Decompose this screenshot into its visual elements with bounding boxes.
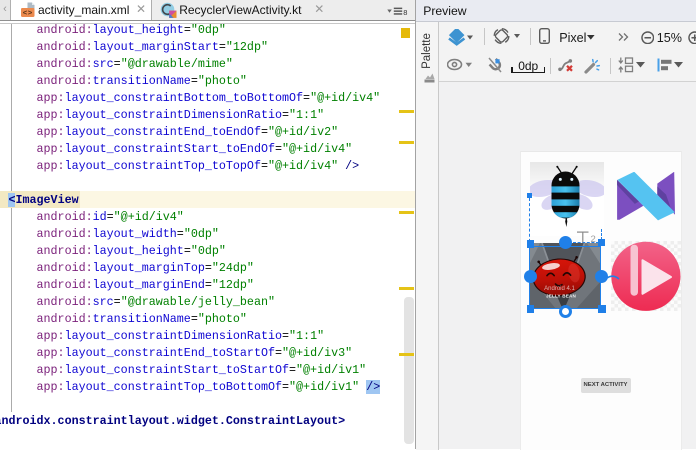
svg-text:8: 8 xyxy=(403,8,407,17)
svg-text:2: 2 xyxy=(591,234,596,243)
svg-text:<>: <> xyxy=(23,10,33,18)
